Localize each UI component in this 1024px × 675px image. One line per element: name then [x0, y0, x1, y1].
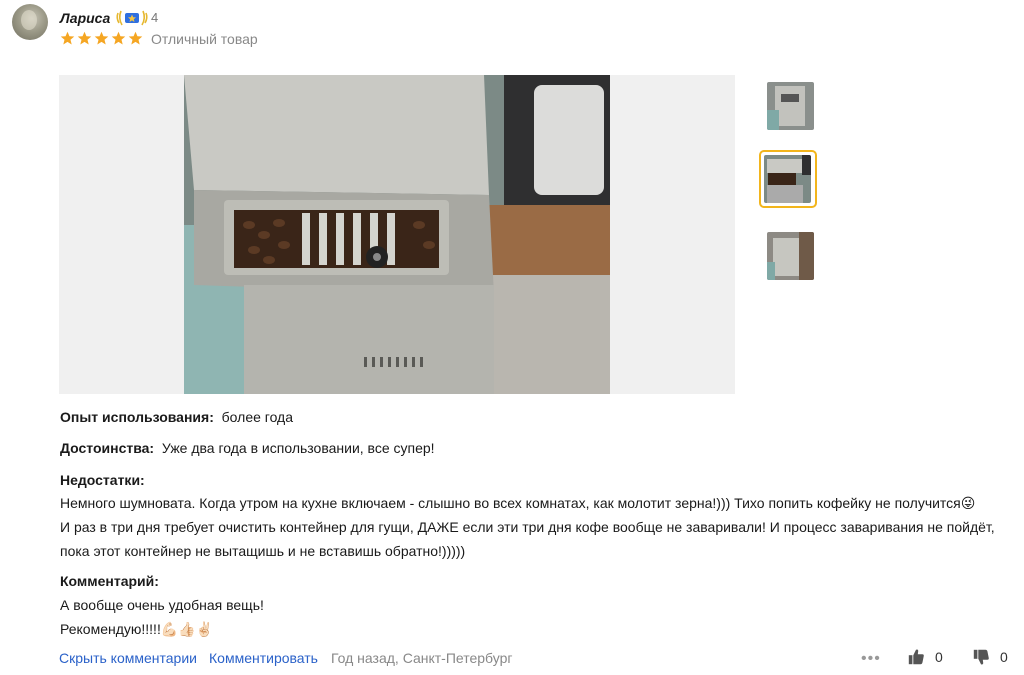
review-meta: Год назад, Санкт-Петербург — [331, 650, 513, 666]
comment-label: Комментарий: — [60, 573, 159, 589]
comment-text-line-1: А вообще очень удобная вещь! — [60, 597, 264, 613]
author-name[interactable]: Лариса — [60, 10, 110, 26]
badge-count: 4 — [151, 10, 159, 25]
star-icon — [128, 31, 143, 45]
thumbs-up-icon — [908, 649, 924, 665]
experience-label: Опыт использования: — [60, 409, 214, 425]
experience-value: более года — [221, 409, 294, 425]
review-photo[interactable] — [184, 75, 610, 394]
like-button[interactable]: 0 — [907, 648, 943, 666]
star-icon — [60, 31, 75, 45]
star-icon — [77, 31, 92, 45]
star-icon — [94, 31, 109, 45]
expert-badge-icon — [116, 10, 148, 26]
rating-stars — [60, 31, 143, 46]
thumbnail-2[interactable] — [764, 155, 811, 203]
dislike-count: 0 — [1000, 649, 1008, 665]
cons-text-line-2: И раз в три дня требует очистить контейн… — [60, 519, 995, 535]
dislike-button[interactable]: 0 — [972, 648, 1008, 666]
thumbs-down-icon — [973, 649, 989, 665]
comment-link[interactable]: Комментировать — [209, 650, 318, 666]
cons-text-line-1: Немного шумновата. Когда утром на кухне … — [60, 495, 976, 511]
like-count: 0 — [935, 649, 943, 665]
experience-row: Опыт использования: более года — [60, 409, 293, 425]
pros-value: Уже два года в использовании, все супер! — [161, 440, 435, 456]
pros-row: Достоинства: Уже два года в использовани… — [60, 440, 435, 456]
more-options-icon[interactable]: ••• — [861, 650, 881, 668]
rating-text: Отличный товар — [151, 31, 258, 47]
star-icon — [111, 31, 126, 45]
thumbnail-1[interactable] — [767, 82, 814, 130]
comment-text-line-2: Рекомендую!!!!!💪🏻👍🏻✌🏻 — [60, 621, 214, 637]
avatar[interactable] — [12, 4, 48, 40]
pros-label: Достоинства: — [60, 440, 155, 456]
cons-text-line-3: пока этот контейнер не вытащишь и не вст… — [60, 543, 466, 559]
cons-label: Недостатки: — [60, 472, 145, 488]
thumbnail-3[interactable] — [767, 232, 814, 280]
hide-comments-link[interactable]: Скрыть комментарии — [59, 650, 197, 666]
